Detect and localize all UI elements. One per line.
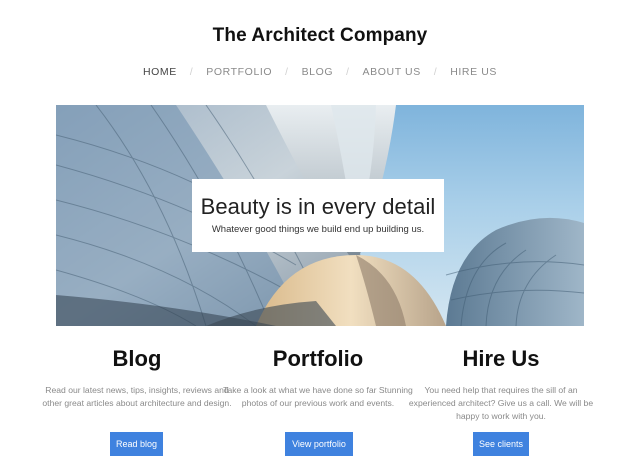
nav-item-home[interactable]: HOME: [130, 66, 190, 78]
nav-item-blog[interactable]: BLOG: [289, 66, 347, 78]
hero-heading: Beauty is in every detail: [200, 194, 436, 219]
read-blog-button[interactable]: Read blog: [110, 432, 163, 456]
column-text-blog: Read our latest news, tips, insights, re…: [42, 385, 232, 408]
hero-caption-box: Beauty is in every detail Whatever good …: [192, 179, 444, 252]
nav-item-portfolio[interactable]: PORTFOLIO: [193, 66, 285, 78]
blog-column: Blog Read our latest news, tips, insight…: [42, 344, 232, 410]
hero-subheading: Whatever good things we build end up bui…: [211, 224, 425, 235]
main-nav: HOME / PORTFOLIO / BLOG / ABOUT US / HIR…: [0, 66, 640, 78]
site-title: The Architect Company: [212, 25, 428, 46]
hire-us-column: Hire Us You need help that requires the …: [406, 344, 596, 423]
nav-item-about-us[interactable]: ABOUT US: [350, 66, 434, 78]
column-title-portfolio: Portfolio: [272, 346, 364, 371]
column-title-hire-us: Hire Us: [462, 346, 540, 371]
column-title-blog: Blog: [112, 346, 162, 371]
view-portfolio-button[interactable]: View portfolio: [285, 432, 353, 456]
column-text-hire-us: You need help that requires the sill of …: [408, 385, 594, 421]
column-text-portfolio: Take a look at what we have done so far …: [223, 385, 413, 408]
nav-item-hire-us[interactable]: HIRE US: [437, 66, 510, 78]
portfolio-column: Portfolio Take a look at what we have do…: [223, 344, 413, 410]
see-clients-button[interactable]: See clients: [473, 432, 529, 456]
